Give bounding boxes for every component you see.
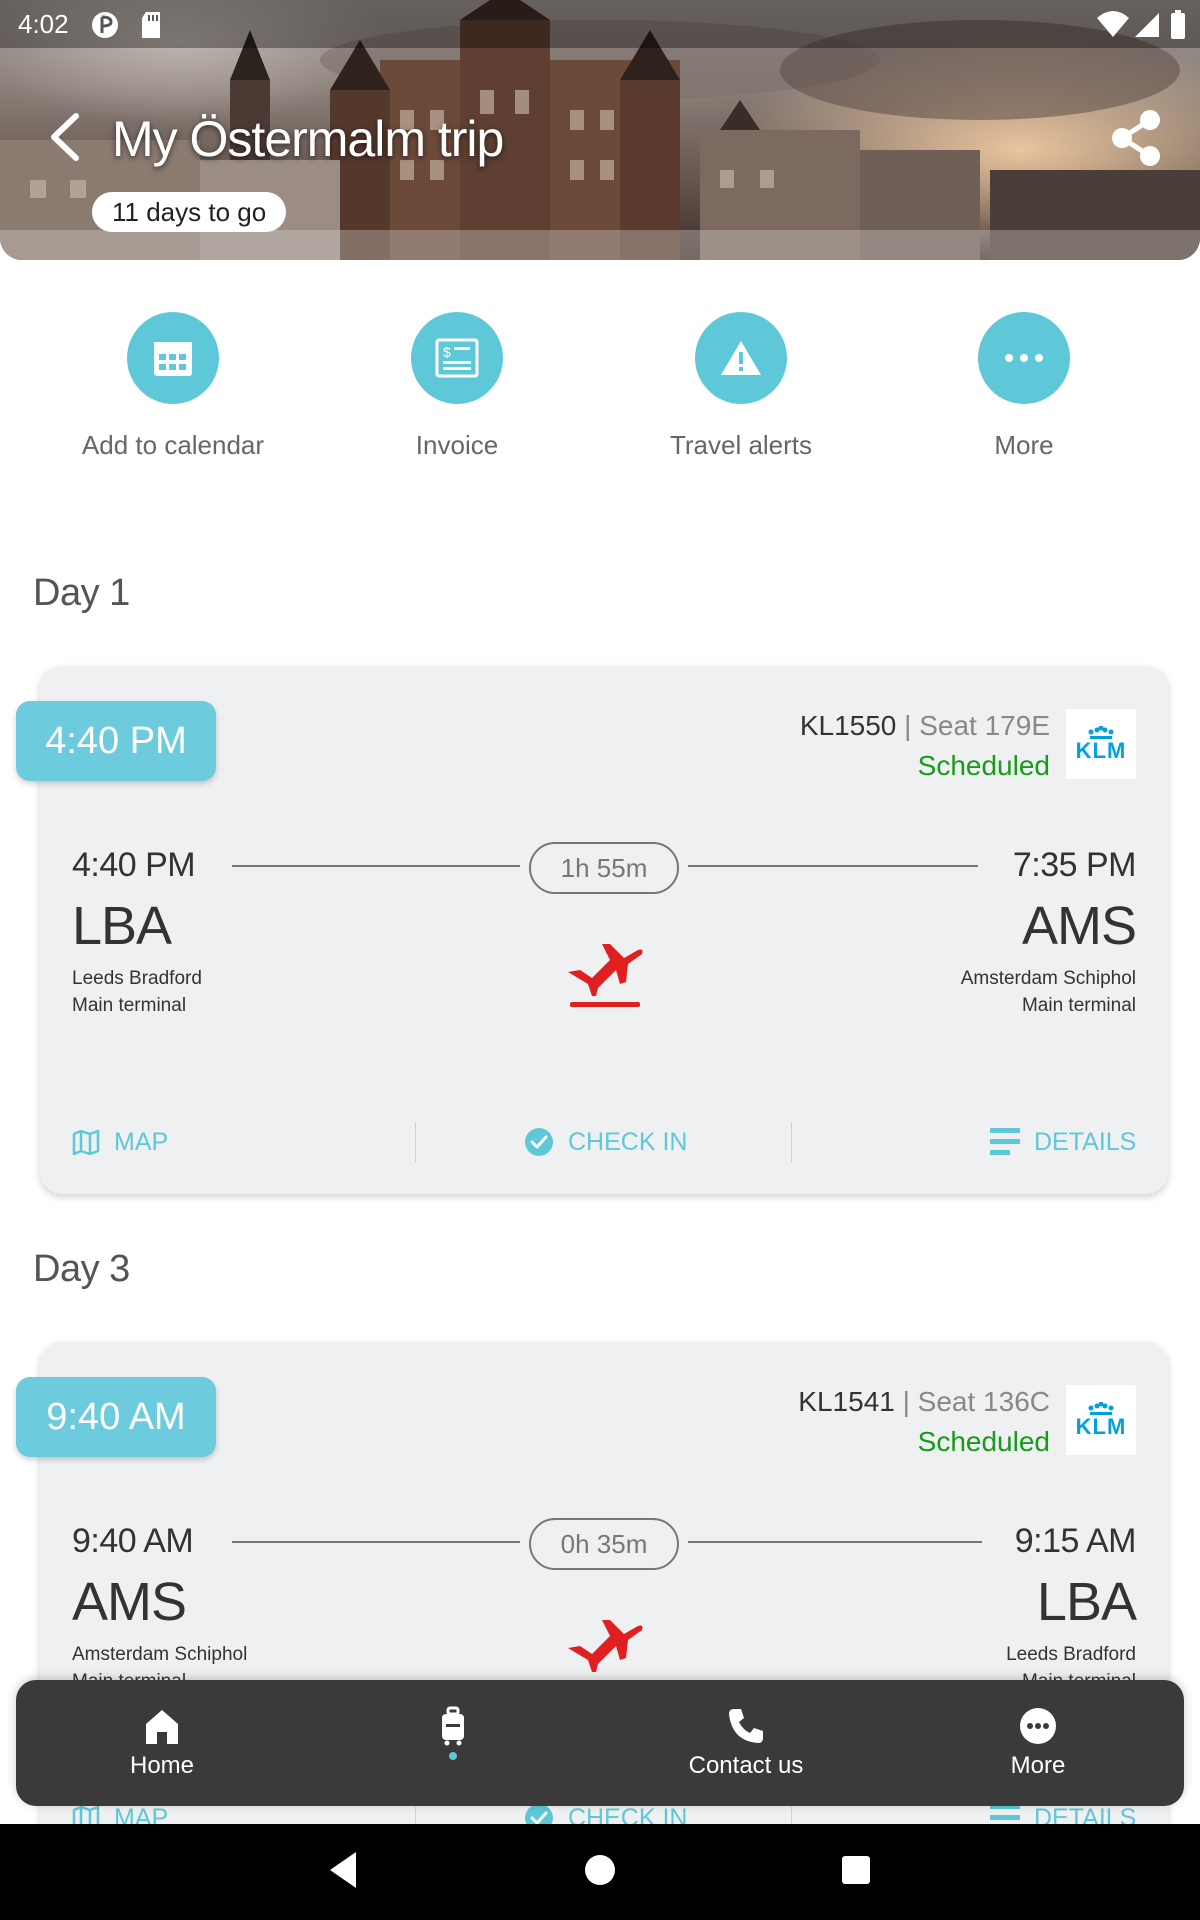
travel-alerts-button[interactable]: Travel alerts xyxy=(631,312,851,461)
arrival-code: AMS xyxy=(1021,896,1137,956)
more-actions-button[interactable]: More xyxy=(914,312,1134,461)
arrival: 7:35 PM AMS Amsterdam Schiphol Main termi… xyxy=(960,846,1137,1019)
divider xyxy=(791,1122,792,1162)
calendar-icon xyxy=(154,342,192,376)
check-circle-icon xyxy=(525,1128,553,1156)
arrival-airport: Amsterdam Schiphol xyxy=(960,968,1136,989)
check-in-button[interactable]: CHECK IN xyxy=(524,1120,687,1164)
details-label: DETAILS xyxy=(1034,1127,1137,1156)
nav-home-label: Home xyxy=(129,1752,195,1779)
seat-number: | Seat 136C xyxy=(902,1386,1050,1417)
nav-home[interactable]: Home xyxy=(62,1706,262,1780)
trip-header: 4:02 My Östermalm trip 11 days to go xyxy=(0,0,1200,260)
arrival-terminal: Main terminal xyxy=(1021,995,1136,1016)
departure-terminal: Main terminal xyxy=(72,995,187,1016)
luggage-icon xyxy=(442,1706,464,1746)
trip-title: My Östermalm trip xyxy=(112,111,504,167)
departure-code: AMS xyxy=(72,1572,187,1632)
departure: 4:40 PM LBA Leeds Bradford Main terminal xyxy=(72,846,202,1019)
system-navigation-bar xyxy=(0,1824,1200,1920)
flight-info: KL1541 | Seat 136C Scheduled xyxy=(798,1386,1050,1458)
flight-number: KL1541 xyxy=(798,1386,895,1417)
invoice-button[interactable]: $ Invoice xyxy=(347,312,567,461)
nav-contact-us[interactable]: Contact us xyxy=(646,1706,846,1780)
seat-number: | Seat 179E xyxy=(904,710,1050,741)
route-line xyxy=(232,865,520,867)
arrival: 9:15 AM LBA Leeds BradfordMain terminal xyxy=(1006,1522,1137,1695)
action-label: More xyxy=(994,430,1054,460)
plane-takeoff-icon xyxy=(568,1620,643,1672)
airline-name: KLM xyxy=(1075,1414,1127,1439)
departure-airport: Amsterdam Schiphol xyxy=(72,1644,248,1665)
details-button[interactable]: DETAILS xyxy=(990,1120,1136,1164)
map-label: MAP xyxy=(114,1127,169,1156)
phone-icon xyxy=(729,1709,763,1743)
arrival-time: 9:15 AM xyxy=(1014,1522,1137,1560)
arrival-code: LBA xyxy=(1036,1572,1137,1632)
plane-takeoff-icon xyxy=(568,944,643,1007)
share-icon[interactable] xyxy=(1108,108,1164,168)
flight-card-actions: MAP CHECK IN DETAILS xyxy=(40,1120,1168,1164)
flight-time-tag: 9:40 AM xyxy=(16,1377,216,1457)
bottom-navigation: Home Contact us More xyxy=(16,1680,1184,1806)
airline-logo: KLM xyxy=(1066,709,1136,779)
add-to-calendar-button[interactable]: Add to calendar xyxy=(63,312,283,461)
map-icon xyxy=(72,1129,100,1155)
home-icon xyxy=(146,1710,178,1744)
invoice-icon: $ xyxy=(435,338,479,378)
departure-time: 9:40 AM xyxy=(72,1522,194,1560)
airline-name: KLM xyxy=(1075,738,1127,763)
flight-status: Scheduled xyxy=(917,1426,1050,1457)
flight-duration: 0h 35m xyxy=(529,1518,679,1570)
warning-icon xyxy=(721,341,761,375)
app-notification-icon xyxy=(92,12,118,38)
system-recents-icon[interactable] xyxy=(840,1850,872,1890)
svg-text:$: $ xyxy=(443,344,451,360)
arrival-time: 7:35 PM xyxy=(1012,846,1137,884)
countdown-badge: 11 days to go xyxy=(92,192,287,232)
sd-card-icon xyxy=(142,12,160,38)
nav-contact-label: Contact us xyxy=(688,1752,804,1779)
flight-time-tag: 4:40 PM xyxy=(16,701,216,781)
action-label: Add to calendar xyxy=(81,430,265,460)
more-dots-icon xyxy=(1005,354,1043,362)
system-home-icon[interactable] xyxy=(584,1850,616,1890)
route-line xyxy=(232,1541,520,1543)
more-dots-icon xyxy=(1020,1708,1056,1744)
nav-trips[interactable] xyxy=(353,1706,553,1760)
flight-number: KL1550 xyxy=(799,710,897,741)
nav-more[interactable]: More xyxy=(938,1706,1138,1780)
day-heading: Day 1 xyxy=(33,572,130,614)
list-icon xyxy=(990,1128,1020,1155)
departure-airport: Leeds Bradford xyxy=(72,968,202,989)
battery-icon xyxy=(1171,10,1185,39)
nav-more-label: More xyxy=(1010,1752,1066,1779)
departure-time: 4:40 PM xyxy=(72,846,196,884)
flight-info: KL1550 | Seat 179E Scheduled xyxy=(800,710,1050,782)
back-arrow-icon[interactable] xyxy=(44,112,88,162)
system-back-icon[interactable] xyxy=(326,1850,360,1890)
divider xyxy=(415,1122,416,1162)
action-label: Travel alerts xyxy=(669,430,813,460)
action-label: Invoice xyxy=(415,430,499,460)
flight-card[interactable]: 4:40 PM KL1550 | Seat 179E Scheduled KLM… xyxy=(16,666,1168,1194)
arrival-airport: Leeds Bradford xyxy=(1006,1644,1136,1665)
route-line xyxy=(688,865,978,867)
flight-status: Scheduled xyxy=(917,750,1050,781)
departure-code: LBA xyxy=(72,896,172,956)
check-in-label: CHECK IN xyxy=(568,1127,688,1156)
status-time: 4:02 xyxy=(18,9,69,39)
cellular-signal-icon xyxy=(1135,13,1159,37)
airline-logo: KLM xyxy=(1066,1385,1136,1455)
active-indicator xyxy=(449,1752,457,1760)
departure: 9:40 AM AMS Amsterdam SchipholMain termi… xyxy=(72,1522,247,1695)
flight-duration: 1h 55m xyxy=(529,842,679,894)
map-button[interactable]: MAP xyxy=(72,1120,168,1164)
wifi-icon xyxy=(1097,11,1129,37)
route-line xyxy=(688,1541,982,1543)
status-bar: 4:02 xyxy=(0,0,1200,48)
day-heading: Day 3 xyxy=(33,1248,130,1290)
